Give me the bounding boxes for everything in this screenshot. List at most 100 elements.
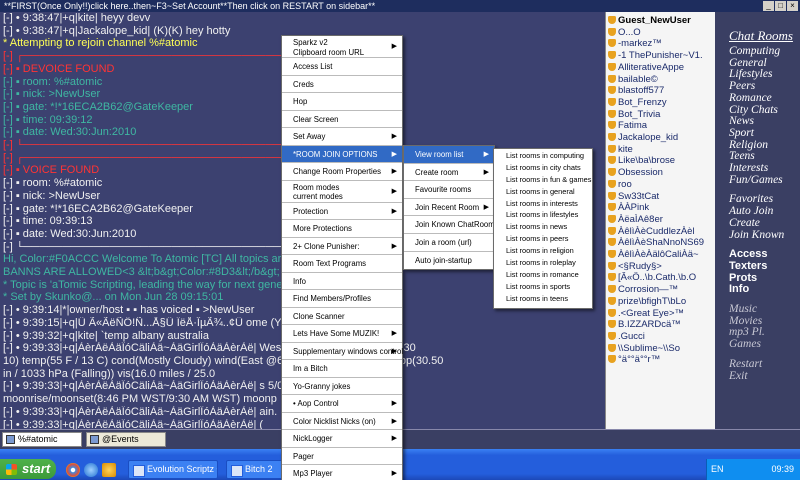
menu-item[interactable]: Yo-Granny jokes xyxy=(282,378,402,395)
menu-item-room-category[interactable]: List rooms in fun & games xyxy=(494,174,592,186)
nick-item[interactable]: ÀêlìÀèCuddlezÀèl xyxy=(608,226,715,238)
menu-item[interactable]: Info xyxy=(282,273,402,290)
sidebar-item-texters[interactable]: Texters xyxy=(729,260,800,273)
start-button[interactable]: start xyxy=(0,459,56,479)
menu-item[interactable]: Room Text Programs xyxy=(282,255,402,273)
menu-item-room-category[interactable]: List rooms in city chats xyxy=(494,162,592,174)
sidebar-item-interests[interactable]: Interests xyxy=(729,162,800,175)
sidebar-item-join-known[interactable]: Join Known xyxy=(729,229,800,242)
menu-item[interactable]: Creds xyxy=(282,76,402,93)
menu-item[interactable]: Clear Screen xyxy=(282,111,402,128)
menu-item[interactable]: Join Recent Room ▶ xyxy=(404,199,494,217)
menu-item[interactable]: Find Members/Profiles xyxy=(282,290,402,308)
menu-item[interactable]: Create room ▶ xyxy=(404,164,494,182)
sidebar-item-music[interactable]: Music xyxy=(729,303,800,316)
nick-item[interactable]: kite xyxy=(608,144,715,156)
switchbar-tab[interactable]: %#atomic xyxy=(2,432,82,447)
menu-item[interactable]: • Aop Control ▶ xyxy=(282,395,402,413)
sidebar-item-romance[interactable]: Romance xyxy=(729,92,800,105)
menu-item-room-category[interactable]: List rooms in religion xyxy=(494,245,592,257)
nick-item[interactable]: ÀêlìÀèShaNnoNS69 xyxy=(608,237,715,249)
menu-item[interactable]: Color Nicklist Nicks (on) ▶ xyxy=(282,413,402,430)
nick-item[interactable]: O...O xyxy=(608,27,715,39)
menu-item[interactable]: Im a Bitch xyxy=(282,360,402,378)
sidebar-item-fun-games[interactable]: Fun/Games xyxy=(729,174,800,187)
menu-item[interactable]: Pager xyxy=(282,448,402,465)
menu-item[interactable]: Clone Scanner xyxy=(282,308,402,325)
menu-item[interactable]: Set Away ▶ xyxy=(282,128,402,146)
menu-item[interactable]: Protection ▶ xyxy=(282,203,402,220)
clock[interactable]: 09:39 xyxy=(771,459,794,480)
menu-item-room-category[interactable]: List rooms in general xyxy=(494,186,592,198)
menu-item[interactable]: 2+ Clone Punisher: ▶ xyxy=(282,238,402,255)
sidebar-item-computing[interactable]: Computing xyxy=(729,45,800,58)
sidebar-header[interactable]: Chat Rooms xyxy=(729,28,800,44)
menu-item-room-category[interactable]: List rooms in interests xyxy=(494,198,592,210)
language-indicator[interactable]: EN xyxy=(711,464,724,474)
nick-item[interactable]: AlliterativeAppe xyxy=(608,62,715,74)
nick-item[interactable]: ÀëaÌAê8er xyxy=(608,214,715,226)
menu-item[interactable]: Join a room (url) xyxy=(404,234,494,252)
nick-item[interactable]: B.IZZARDcä™ xyxy=(608,319,715,331)
menu-item[interactable]: Access List xyxy=(282,58,402,76)
sidebar-item-create[interactable]: Create xyxy=(729,217,800,230)
nick-item[interactable]: -1 ThePunisher~V1. xyxy=(608,50,715,62)
task-evolution-scriptz[interactable]: Evolution Scriptz • Up... xyxy=(128,460,218,479)
sidebar-item-info[interactable]: Info xyxy=(729,284,800,296)
menu-item[interactable]: Room modes current modes ▶ xyxy=(282,181,402,203)
menu-item[interactable]: Hop xyxy=(282,93,402,111)
close-button[interactable]: × xyxy=(787,1,798,11)
nick-item[interactable]: .<Great Eye>™ xyxy=(608,308,715,320)
menu-item-room-category[interactable]: List rooms in news xyxy=(494,221,592,233)
sidebar-item-games[interactable]: Games xyxy=(729,338,800,351)
menu-item-room-category[interactable]: List rooms in teens xyxy=(494,293,592,305)
menu-item-room-category[interactable]: List rooms in roleplay xyxy=(494,257,592,269)
menu-item[interactable]: Favourite rooms xyxy=(404,181,494,199)
menu-item[interactable]: NickLogger ▶ xyxy=(282,430,402,448)
switchbar-tab[interactable]: @Events xyxy=(86,432,166,447)
folder-icon[interactable] xyxy=(102,463,116,477)
nick-item[interactable]: -markez™ xyxy=(608,38,715,50)
menu-item[interactable]: *ROOM JOIN OPTIONS ▶ xyxy=(282,145,402,163)
menu-item[interactable]: More Protections xyxy=(282,220,402,238)
menu-item[interactable]: Sparkz v2 Clipboard room URL ▶ xyxy=(282,36,402,58)
menu-item[interactable]: Change Room Properties ▶ xyxy=(282,163,402,181)
internet-explorer-icon[interactable] xyxy=(84,463,98,477)
menu-item-room-category[interactable]: List rooms in peers xyxy=(494,233,592,245)
nick-list[interactable]: Guest_NewUser O...O -markez™ -1 ThePunisher… xyxy=(605,12,715,429)
nick-item[interactable]: Obsession xyxy=(608,167,715,179)
nick-item[interactable]: Like\ba\brose xyxy=(608,155,715,167)
menu-item-room-category[interactable]: List rooms in lifestyles xyxy=(494,209,592,221)
nick-item[interactable]: <§Rudy§> xyxy=(608,261,715,273)
nick-item[interactable]: Guest_NewUser xyxy=(608,15,715,27)
menu-item-room-category[interactable]: List rooms in sports xyxy=(494,281,592,293)
menu-item-room-category[interactable]: List rooms in computing xyxy=(494,150,592,162)
sidebar-item-restart[interactable]: Restart xyxy=(729,358,800,371)
menu-item[interactable]: Supplementary windows control ▶ xyxy=(282,343,403,360)
nick-item[interactable]: bailable© xyxy=(608,74,715,86)
sidebar-item-exit[interactable]: Exit xyxy=(729,370,800,383)
nick-item[interactable]: \\Sublime~\\So xyxy=(608,343,715,355)
menu-item[interactable]: View room list ▶ xyxy=(404,146,494,164)
nick-item[interactable]: ÀÀPink xyxy=(608,202,715,214)
chrome-icon[interactable] xyxy=(66,463,80,477)
menu-item[interactable]: Mp3 Player ▶ xyxy=(282,465,402,480)
menu-item[interactable]: Join Known ChatRoom xyxy=(404,216,495,234)
nick-item[interactable]: Bot_Trivia xyxy=(608,109,715,121)
sidebar-item-sport[interactable]: Sport xyxy=(729,127,800,140)
nick-item[interactable]: Jackalope_kid xyxy=(608,132,715,144)
menu-item[interactable]: Lets Have Some MUZIK! ▶ xyxy=(282,325,402,343)
nick-item[interactable]: Bot_Frenzy xyxy=(608,97,715,109)
nick-item[interactable]: .Gucci xyxy=(608,331,715,343)
nick-item[interactable]: ÀêlìÀèÀälôCaliÀä~ xyxy=(608,249,715,261)
nick-item[interactable]: Corrosion—™ xyxy=(608,284,715,296)
nick-item[interactable]: roo xyxy=(608,179,715,191)
nick-item[interactable]: prize\bfighT\bLo xyxy=(608,296,715,308)
nick-item[interactable]: °ä°°ä°°r™ xyxy=(608,354,715,366)
nick-item[interactable]: [Â«Ö..\b.Cath.\b.O xyxy=(608,272,715,284)
menu-item[interactable]: Auto join-startup xyxy=(404,252,494,270)
nick-item[interactable]: Fatima xyxy=(608,120,715,132)
nick-item[interactable]: Sw33tCat xyxy=(608,191,715,203)
maximize-button[interactable]: □ xyxy=(775,1,786,11)
minimize-button[interactable]: _ xyxy=(763,1,774,11)
